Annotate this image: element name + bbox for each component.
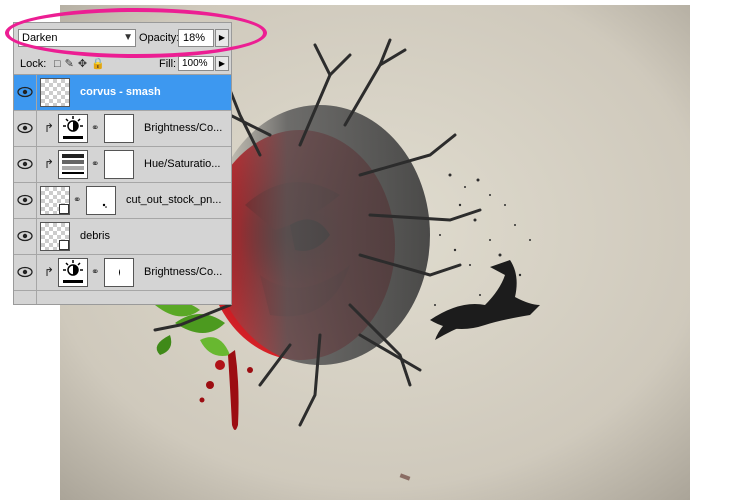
layers-panel: Darken ▼ Opacity: 18% ▶ Lock: □✎✥🔒 Fill:…	[13, 22, 232, 305]
opacity-input[interactable]: 18%	[178, 29, 214, 47]
layer-row-corvus-smash[interactable]: corvus - smash	[14, 75, 231, 111]
lock-options-icons[interactable]: □✎✥🔒	[54, 57, 109, 70]
layer-row-cut-out-stock[interactable]: ⚭ cut_out_stock_pn...	[14, 183, 231, 219]
layer-name[interactable]: Brightness/Co...	[144, 266, 229, 278]
layer-row-partial[interactable]	[14, 291, 231, 304]
layer-mask-thumbnail[interactable]	[104, 150, 134, 179]
layer-name[interactable]: cut_out_stock_pn...	[126, 194, 229, 206]
layer-name[interactable]: Hue/Saturatio...	[144, 158, 229, 170]
layer-name[interactable]: corvus - smash	[80, 86, 220, 98]
layers-panel-options: Darken ▼ Opacity: 18% ▶	[14, 23, 231, 53]
layer-thumbnail[interactable]	[40, 222, 70, 251]
opacity-slider-button[interactable]: ▶	[215, 29, 229, 47]
hue-saturation-adjustment-icon[interactable]	[58, 150, 88, 179]
clipping-mask-icon: ↱	[44, 157, 55, 171]
brightness-adjustment-icon[interactable]	[58, 114, 88, 143]
eye-icon[interactable]	[17, 121, 33, 135]
link-icon[interactable]: ⚭	[91, 159, 99, 170]
layer-row-brightness-contrast-2[interactable]: ↱ ⚭ Brightness/Co...	[14, 255, 231, 291]
link-icon[interactable]: ⚭	[91, 267, 99, 278]
fill-label: Fill:	[159, 58, 177, 70]
layer-mask-thumbnail[interactable]	[86, 186, 116, 215]
photoshop-workspace: Darken ▼ Opacity: 18% ▶ Lock: □✎✥🔒 Fill:…	[0, 0, 740, 500]
link-icon[interactable]: ⚭	[73, 195, 81, 206]
layer-thumbnail[interactable]	[40, 186, 70, 215]
opacity-label: Opacity:	[139, 32, 180, 44]
clipping-mask-icon: ↱	[44, 265, 55, 279]
eye-icon[interactable]	[17, 265, 33, 279]
layer-row-hue-saturation[interactable]: ↱ ⚭ Hue/Saturatio...	[14, 147, 231, 183]
lock-row: Lock: □✎✥🔒 Fill: 100% ▶	[14, 54, 231, 75]
smart-object-icon	[59, 240, 69, 250]
fill-slider-button[interactable]: ▶	[215, 56, 229, 71]
blend-mode-select[interactable]: Darken ▼	[18, 29, 136, 47]
eye-icon[interactable]	[17, 193, 33, 207]
layer-thumbnail[interactable]	[40, 78, 70, 107]
link-icon[interactable]: ⚭	[91, 123, 99, 134]
layer-name[interactable]: debris	[80, 230, 220, 242]
fill-input[interactable]: 100%	[178, 56, 214, 71]
eye-icon[interactable]	[17, 229, 33, 243]
chevron-down-icon: ▼	[123, 32, 133, 43]
layer-mask-thumbnail[interactable]	[104, 258, 134, 287]
layer-row-brightness-contrast[interactable]: ↱ ⚭ Brightness/Co...	[14, 111, 231, 147]
layer-row-debris[interactable]: debris	[14, 219, 231, 255]
layer-name[interactable]: Brightness/Co...	[144, 122, 229, 134]
clipping-mask-icon: ↱	[44, 121, 55, 135]
eye-icon[interactable]	[17, 85, 33, 99]
layer-mask-thumbnail[interactable]	[104, 114, 134, 143]
brightness-adjustment-icon[interactable]	[58, 258, 88, 287]
eye-icon[interactable]	[17, 157, 33, 171]
lock-label: Lock:	[20, 58, 47, 70]
blend-mode-value: Darken	[22, 32, 58, 44]
smart-object-icon	[59, 204, 69, 214]
